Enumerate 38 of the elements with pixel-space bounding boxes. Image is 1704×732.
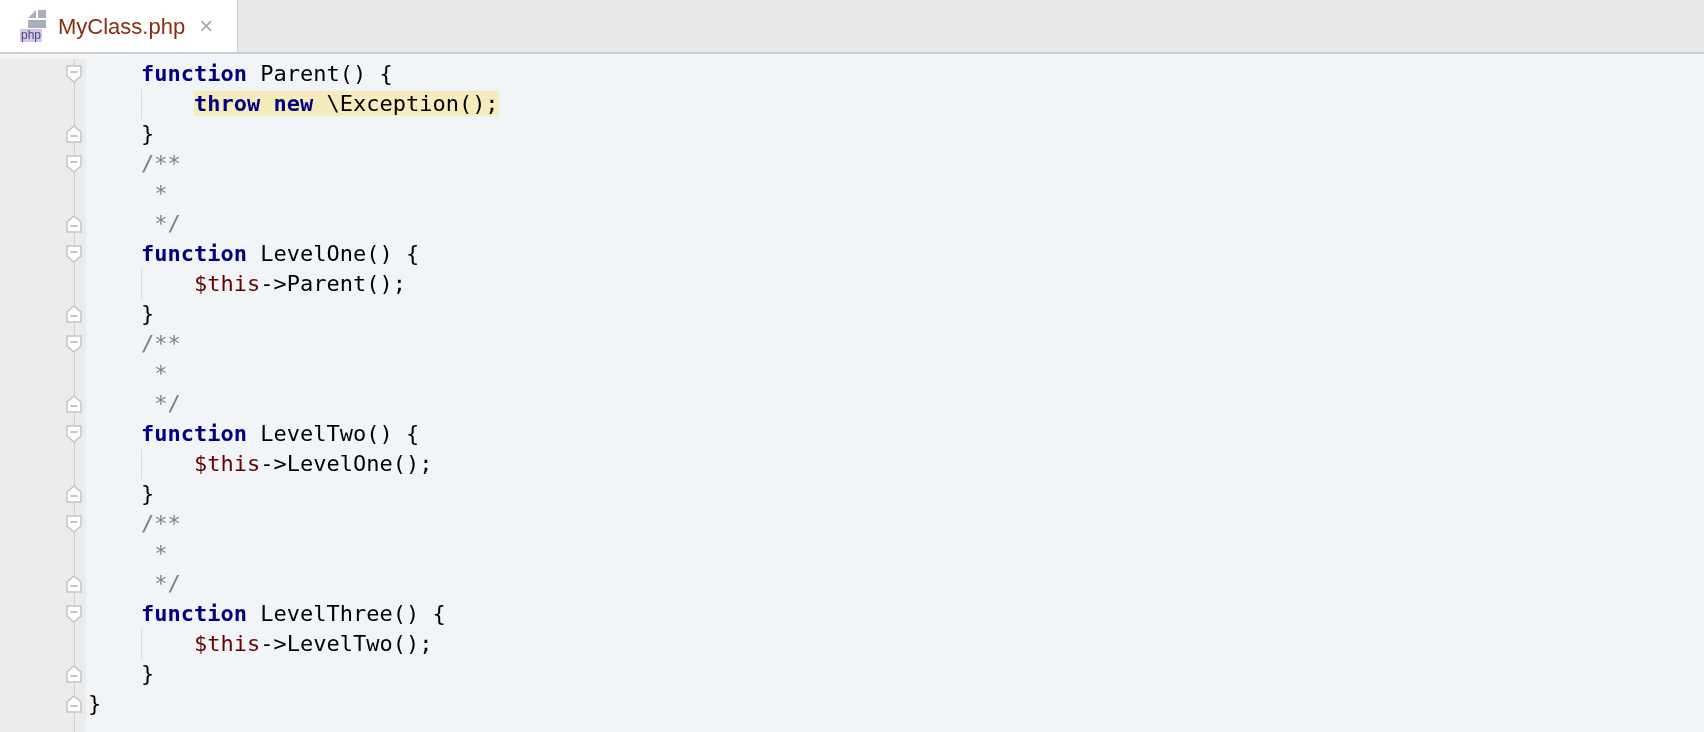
tab-title: MyClass.php [58, 12, 186, 41]
unfold-icon[interactable] [66, 215, 82, 233]
code-line: } [140, 480, 155, 508]
code-line: function LevelTwo() { [140, 420, 420, 448]
unfold-icon[interactable] [66, 665, 82, 683]
fold-icon[interactable] [66, 155, 82, 173]
fold-icon[interactable] [66, 245, 82, 263]
code-line: function LevelThree() { [140, 600, 446, 628]
code-line: $this->Parent(); [192, 270, 406, 298]
code-line: */ [153, 210, 181, 238]
code-line: } [140, 120, 155, 148]
unfold-icon[interactable] [66, 575, 82, 593]
code-line: $this->LevelTwo(); [192, 630, 433, 658]
fold-icon[interactable] [66, 335, 82, 353]
fold-icon[interactable] [66, 515, 82, 533]
fold-icon[interactable] [66, 605, 82, 623]
fold-icon[interactable] [66, 425, 82, 443]
code-line: } [88, 690, 102, 718]
code-line: function LevelOne() { [140, 240, 420, 268]
code-line: * [153, 180, 168, 208]
code-line: */ [153, 570, 181, 598]
unfold-icon[interactable] [66, 485, 82, 503]
code-line: /** [140, 330, 181, 358]
code-line: } [140, 300, 155, 328]
code-line: /** [140, 150, 181, 178]
file-tab[interactable]: php MyClass.php × [0, 0, 238, 52]
unfold-icon[interactable] [66, 395, 82, 413]
code-line: */ [153, 390, 181, 418]
code-line: $this->LevelOne(); [192, 450, 433, 478]
code-line: } [140, 660, 155, 688]
code-line: * [153, 360, 168, 388]
unfold-icon[interactable] [66, 125, 82, 143]
code-line: * [153, 540, 168, 568]
unfold-icon[interactable] [66, 695, 82, 713]
code-line: /** [140, 510, 181, 538]
unfold-icon[interactable] [66, 305, 82, 323]
fold-icon[interactable] [66, 65, 82, 83]
code-line: function Parent() { [140, 60, 393, 88]
